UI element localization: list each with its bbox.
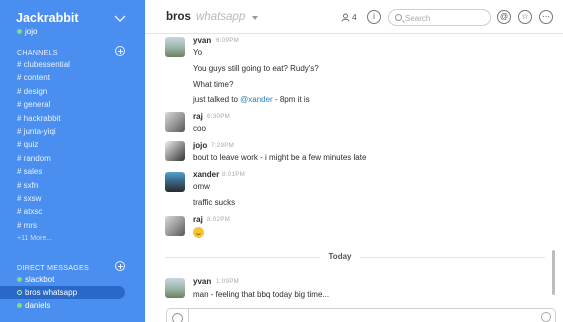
message-text: Yo	[193, 48, 203, 57]
message-author[interactable]: yvan	[193, 36, 211, 45]
day-divider-label: Today	[320, 252, 360, 261]
presence-icon	[17, 303, 22, 308]
channel-item[interactable]: # random	[0, 152, 145, 165]
dm-item-slackbot[interactable]: slackbot	[0, 273, 145, 286]
member-count[interactable]: 4	[341, 12, 357, 22]
scrollbar[interactable]	[552, 250, 555, 295]
message-text: traffic sucks	[193, 198, 236, 207]
dm-item-bros-whatsapp[interactable]: bros whatsapp	[0, 286, 125, 299]
channel-item[interactable]: # content	[0, 71, 145, 84]
channel-item[interactable]: # sxfn	[0, 179, 145, 192]
dm-label: bros whatsapp	[25, 288, 78, 297]
dm-label: daniels	[25, 301, 51, 310]
presence-icon	[17, 290, 22, 295]
channel-item[interactable]: # sxsw	[0, 192, 145, 205]
message-composer[interactable]	[166, 308, 556, 322]
search-box[interactable]	[388, 9, 491, 26]
avatar[interactable]	[165, 112, 185, 132]
direct-messages-heading[interactable]: DIRECT MESSAGES	[17, 263, 89, 272]
message-time[interactable]: 8:01PM	[222, 171, 245, 178]
channel-header: bros whatsapp 4 i @ ☆ ⋯	[145, 0, 563, 34]
chevron-down-icon[interactable]	[113, 13, 127, 25]
channel-item[interactable]: # atxsc	[0, 205, 145, 218]
user-name: jojo	[25, 27, 38, 36]
dm-item-daniels[interactable]: daniels	[0, 299, 145, 312]
presence-icon	[17, 29, 22, 34]
info-icon[interactable]: i	[367, 10, 381, 24]
message-author[interactable]: xander	[193, 170, 219, 179]
channel-item[interactable]: # clubessential	[0, 58, 145, 71]
message-text: omw	[193, 182, 210, 191]
avatar[interactable]	[165, 172, 185, 192]
message-author[interactable]: raj	[193, 215, 203, 224]
channel-item[interactable]: # junta-yiqi	[0, 125, 145, 138]
channel-title[interactable]: bros	[166, 11, 191, 23]
search-input[interactable]	[405, 12, 485, 24]
message-author[interactable]: jojo	[193, 141, 207, 150]
search-icon	[395, 14, 402, 21]
avatar[interactable]	[165, 141, 185, 161]
message-author[interactable]: yvan	[193, 277, 211, 286]
member-count-value: 4	[352, 12, 357, 22]
message-time[interactable]: 6:09PM	[216, 37, 239, 44]
message-time[interactable]: 6:30PM	[207, 113, 230, 120]
current-user[interactable]: jojo	[17, 27, 37, 36]
channels-heading[interactable]: CHANNELS	[17, 48, 58, 57]
more-channels-link[interactable]: +11 More...	[0, 232, 145, 245]
message-text: bout to leave work - i might be a few mi…	[193, 153, 367, 162]
channel-list: # clubessential # content # design # gen…	[0, 58, 145, 245]
sidebar: Jackrabbit jojo CHANNELS # clubessential…	[0, 0, 145, 322]
smile-emoji-icon	[193, 227, 204, 238]
message-time[interactable]: 7:29PM	[211, 142, 234, 149]
attach-button[interactable]	[167, 309, 189, 322]
presence-icon	[17, 277, 22, 282]
person-icon	[341, 13, 350, 22]
dm-list: slackbot bros whatsapp daniels	[0, 273, 145, 312]
message-text	[193, 227, 204, 240]
add-dm-icon[interactable]	[115, 261, 125, 271]
user-mention[interactable]: @xander	[240, 95, 273, 104]
mentions-icon[interactable]: @	[497, 10, 511, 24]
more-options-icon[interactable]: ⋯	[539, 10, 553, 24]
plus-icon	[172, 313, 183, 322]
message-text-prefix: just talked to	[193, 95, 241, 104]
star-icon[interactable]: ☆	[518, 10, 532, 24]
message-time[interactable]: 1:09PM	[216, 278, 239, 285]
message-text: You guys still going to eat? Rudy's?	[193, 64, 319, 73]
message-text: man - feeling that bbq today big time...	[193, 290, 330, 299]
message-text: just talked to @xander - 8pm it is	[193, 95, 310, 104]
message-author[interactable]: raj	[193, 112, 203, 121]
channel-purpose[interactable]: whatsapp	[196, 11, 245, 23]
message-text: coo	[193, 124, 206, 133]
channel-item[interactable]: # sales	[0, 165, 145, 178]
emoji-picker-icon[interactable]	[541, 312, 551, 322]
channel-item[interactable]: # hackrabbit	[0, 112, 145, 125]
channel-item[interactable]: # general	[0, 98, 145, 111]
avatar[interactable]	[165, 37, 185, 57]
message-text: What time?	[193, 80, 234, 89]
channel-item[interactable]: # design	[0, 85, 145, 98]
avatar[interactable]	[165, 278, 185, 298]
message-list: yvan 6:09PM Yo You guys still going to e…	[145, 34, 555, 306]
message-time[interactable]: 8:02PM	[207, 216, 230, 223]
dm-label: slackbot	[25, 275, 55, 284]
message-text-suffix: - 8pm it is	[272, 95, 310, 104]
channel-item[interactable]: # mrs	[0, 219, 145, 232]
channel-item[interactable]: # quiz	[0, 138, 145, 151]
avatar[interactable]	[165, 216, 185, 236]
team-name[interactable]: Jackrabbit	[16, 11, 79, 25]
caret-down-icon[interactable]	[252, 16, 258, 20]
add-channel-icon[interactable]	[115, 46, 125, 56]
